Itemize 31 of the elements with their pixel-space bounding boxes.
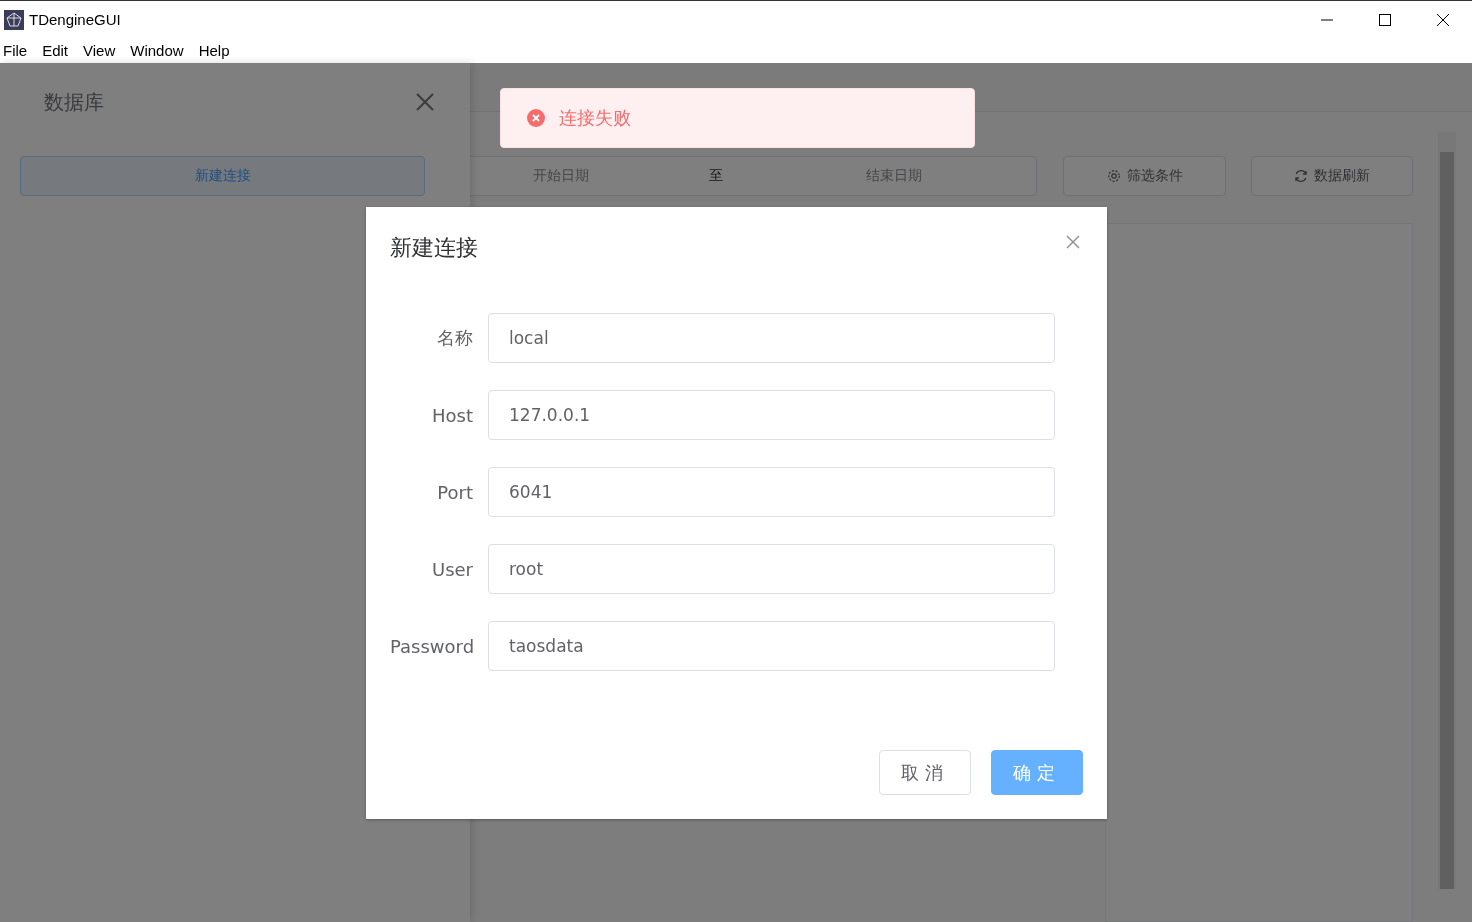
- field-label: 名称: [436, 326, 474, 350]
- window-title: TDengineGUI: [29, 11, 121, 28]
- close-icon: [1437, 13, 1449, 26]
- filter-button[interactable]: 筛选条件: [1063, 156, 1226, 196]
- drawer-title: 数据库: [44, 89, 104, 116]
- maximize-icon: [1379, 13, 1391, 26]
- menu-item[interactable]: View: [80, 42, 123, 59]
- input-field[interactable]: 127.0.0.1: [488, 390, 1055, 440]
- close-icon[interactable]: [416, 93, 434, 111]
- input-field[interactable]: 6041: [488, 467, 1055, 517]
- menu-item[interactable]: Help: [195, 42, 237, 59]
- input-field[interactable]: root: [488, 544, 1055, 594]
- scrollbar[interactable]: [1438, 132, 1456, 889]
- field-label: Host: [431, 404, 474, 426]
- dialog-title: 新建连接: [390, 234, 478, 262]
- menu-item[interactable]: File: [0, 42, 35, 59]
- message-text: 连接失败: [559, 106, 631, 130]
- refresh-icon: [1294, 169, 1308, 183]
- field-label: User: [430, 558, 474, 580]
- error-icon: [527, 109, 545, 127]
- close-icon[interactable]: [1066, 235, 1080, 249]
- refresh-button[interactable]: 数据刷新: [1251, 156, 1413, 196]
- field-label: Port: [436, 481, 474, 503]
- input-field[interactable]: taosdata: [488, 621, 1055, 671]
- menu-item[interactable]: Edit: [39, 42, 76, 59]
- app-icon: [4, 9, 24, 30]
- field-label: Password: [390, 635, 476, 657]
- menu-item[interactable]: Window: [127, 42, 191, 59]
- input-field[interactable]: local: [488, 313, 1055, 363]
- gear-icon: [1106, 169, 1121, 183]
- cancel-button[interactable]: 取消: [879, 750, 971, 795]
